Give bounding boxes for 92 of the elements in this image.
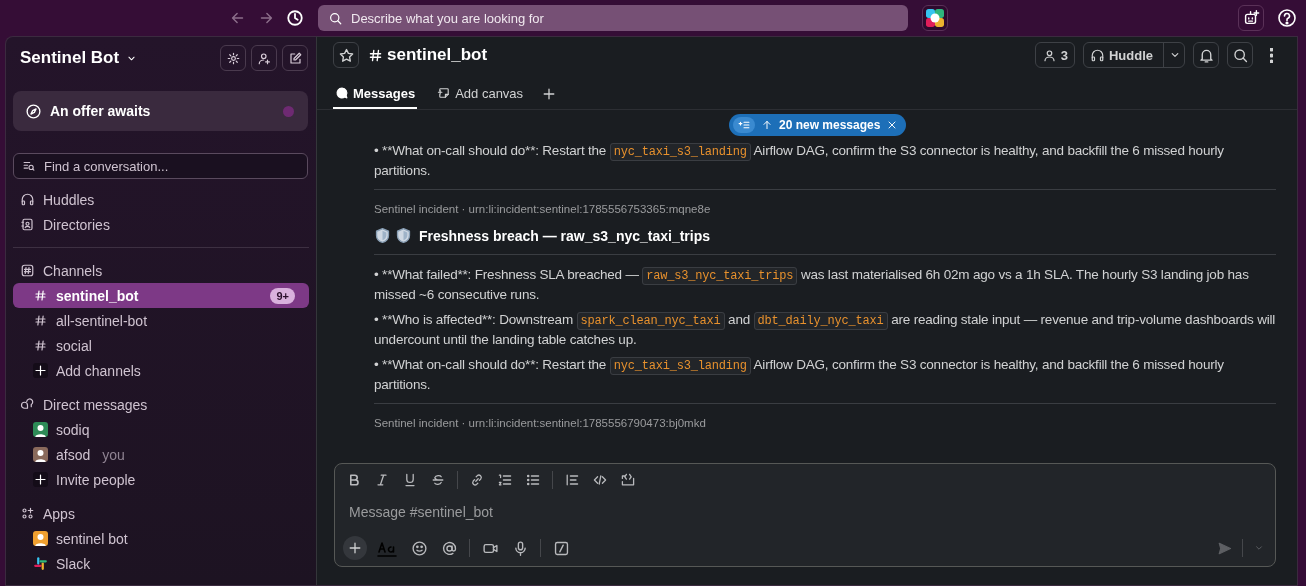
- bullet-paragraph: • **What failed**: Freshness SLA breached — raw_s3_nyc_taxi_trips was last materialised 6h 02m ago vs a 1h SLA. The hourly S3 landing job has missed ~6 consecutive runs.: [374, 266, 1250, 304]
- attach-button[interactable]: [343, 536, 367, 560]
- compose-icon: [287, 50, 303, 66]
- clock-icon: [286, 9, 304, 27]
- compass-icon: [25, 102, 42, 120]
- slack-logo-icon: [33, 556, 48, 571]
- numbered-list-icon: [497, 472, 513, 488]
- sidebar-item[interactable]: sodiq: [13, 417, 309, 442]
- bulleted-list-icon: [525, 472, 541, 488]
- italic-icon: [374, 472, 390, 488]
- huddle-button[interactable]: Huddle: [1082, 42, 1185, 68]
- quote-icon: [564, 472, 580, 488]
- shield-icon: [374, 227, 391, 244]
- settings-icon: [225, 50, 241, 66]
- tab[interactable]: Add canvas: [435, 79, 526, 109]
- apps-grid-icon: [20, 506, 35, 521]
- shield-icon: [395, 227, 412, 244]
- search-field[interactable]: Describe what you are looking for: [318, 5, 908, 31]
- unread-list-icon: [733, 117, 755, 133]
- slash-box-icon: [552, 539, 570, 557]
- section-header[interactable]: Apps: [13, 501, 309, 526]
- find-conversation-input[interactable]: Find a conversation...: [42, 157, 299, 175]
- hash-icon: [33, 288, 48, 303]
- sidebar-item[interactable]: sentinel_bot 9+: [13, 283, 309, 308]
- sidebar-item[interactable]: Directories: [13, 212, 309, 237]
- offer-card[interactable]: An offer awaits: [13, 91, 308, 131]
- chat-bubble-icon: [335, 86, 349, 100]
- emoji-button[interactable]: [409, 538, 429, 558]
- sidebar-item[interactable]: Slack: [13, 551, 309, 576]
- app-logo-button[interactable]: [922, 5, 948, 31]
- person-icon: [1041, 47, 1057, 63]
- at-sign-icon: [440, 539, 458, 557]
- help-icon: [1277, 8, 1297, 28]
- sidebar-item[interactable]: sentinel bot: [13, 526, 309, 551]
- star-icon: [337, 46, 355, 64]
- chat-bubbles-icon: [20, 397, 35, 412]
- sidebar-item[interactable]: afsod you: [13, 442, 309, 467]
- settings-button[interactable]: [220, 45, 246, 71]
- bullet-paragraph: • **Who is affected**: Downstream spark_clean_nyc_taxi and dbt_daily_nyc_taxi are reading stale input — revenue and trip-volume dashboards will undercount until the landing table catches up.: [374, 311, 1276, 349]
- link-icon: [469, 472, 485, 488]
- send-icon: [1216, 540, 1232, 556]
- search-button[interactable]: [1227, 42, 1253, 68]
- add-item-button[interactable]: Invite people: [13, 467, 309, 492]
- unread-count: 9+: [270, 287, 295, 304]
- section-header[interactable]: Direct messages: [13, 392, 309, 417]
- arrow-up-icon: [761, 119, 773, 131]
- help-button[interactable]: [1276, 7, 1298, 29]
- plus-icon: [33, 472, 48, 487]
- headphones-icon: [20, 192, 35, 207]
- sidebar-item[interactable]: all-sentinel-bot: [13, 308, 309, 333]
- emoji-icon: [410, 539, 428, 557]
- find-conversation-field[interactable]: Find a conversation...: [13, 153, 308, 179]
- canvas-icon: [437, 86, 452, 100]
- search-input[interactable]: Describe what you are looking for: [349, 9, 898, 27]
- hash-icon: [33, 338, 48, 353]
- tab[interactable]: Messages: [333, 79, 418, 109]
- channels-icon: [20, 263, 35, 278]
- code-icon: [592, 472, 608, 488]
- sidebar-item[interactable]: social: [13, 333, 309, 358]
- code-block-icon: [620, 472, 636, 488]
- star-button[interactable]: [333, 42, 359, 68]
- message-heading: Freshness breach — raw_s3_nyc_taxi_trips: [419, 227, 711, 244]
- notifications-button[interactable]: [1193, 42, 1219, 68]
- invite-people-button[interactable]: [251, 45, 277, 71]
- search-icon: [328, 10, 343, 26]
- channel-title[interactable]: sentinel_bot: [387, 45, 488, 65]
- robot-plus-icon: [1242, 9, 1260, 27]
- workspace-name[interactable]: Sentinel Bot: [20, 48, 139, 68]
- section-header[interactable]: Channels: [13, 258, 309, 283]
- you-label: you: [102, 446, 125, 463]
- add-item-button[interactable]: Add channels: [13, 358, 309, 383]
- hash-icon: [33, 313, 48, 328]
- sidebar-item[interactable]: Huddles: [13, 187, 309, 212]
- plus-icon: [33, 363, 48, 378]
- ai-assistant-button[interactable]: [1238, 5, 1264, 31]
- strikethrough-icon: [430, 472, 446, 488]
- underline-icon: [402, 472, 418, 488]
- plus-icon: [347, 540, 363, 556]
- headphones-icon: [1089, 47, 1105, 63]
- search-icon: [1231, 46, 1249, 64]
- members-button[interactable]: 3: [1034, 42, 1075, 68]
- bullet-paragraph: • **What on-call should do**: Restart the nyc_taxi_s3_landing Airflow DAG, confirm the S3 connector is healthy, and backfill the 6 missed hourly partitions.: [374, 356, 1225, 394]
- new-messages-button[interactable]: 20 new messages: [729, 114, 907, 136]
- directory-icon: [20, 217, 35, 232]
- find-icon: [22, 159, 36, 173]
- person-plus-icon: [256, 50, 272, 66]
- more-icon: [1269, 47, 1273, 63]
- compose-button[interactable]: [282, 45, 308, 71]
- message-footer: Sentinel incident · urn:li:incident:sentinel:1785556790473:bj0mkd: [374, 403, 1276, 437]
- history-button[interactable]: [284, 7, 306, 29]
- message-footer: Sentinel incident · urn:li:incident:sentinel:1785556753365:mqne8e: [374, 189, 1276, 223]
- bullet-paragraph: • **What on-call should do**: Restart the nyc_taxi_s3_landing Airflow DAG, confirm the S3 connector is healthy, and backfill the 6 missed hourly partitions.: [374, 142, 1225, 180]
